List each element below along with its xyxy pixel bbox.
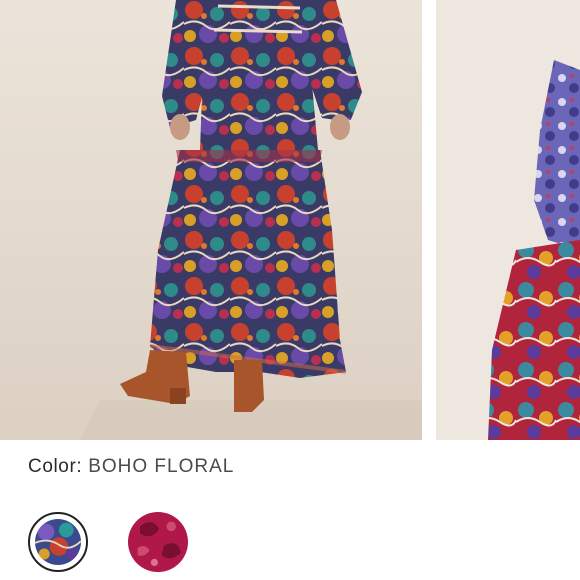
product-image-gallery bbox=[0, 0, 580, 440]
swatch-red-paisley-image bbox=[128, 512, 188, 572]
product-image-main[interactable] bbox=[0, 0, 422, 440]
color-label: Color: bbox=[28, 456, 83, 477]
product-image-detail[interactable] bbox=[436, 0, 580, 440]
swatch-red-paisley[interactable] bbox=[128, 512, 188, 572]
swatch-boho-floral[interactable] bbox=[28, 512, 88, 572]
swatch-boho-floral-image bbox=[35, 519, 81, 565]
color-selection-label: Color: BOHO FLORAL bbox=[28, 456, 234, 478]
selected-color-name: BOHO FLORAL bbox=[88, 456, 235, 477]
